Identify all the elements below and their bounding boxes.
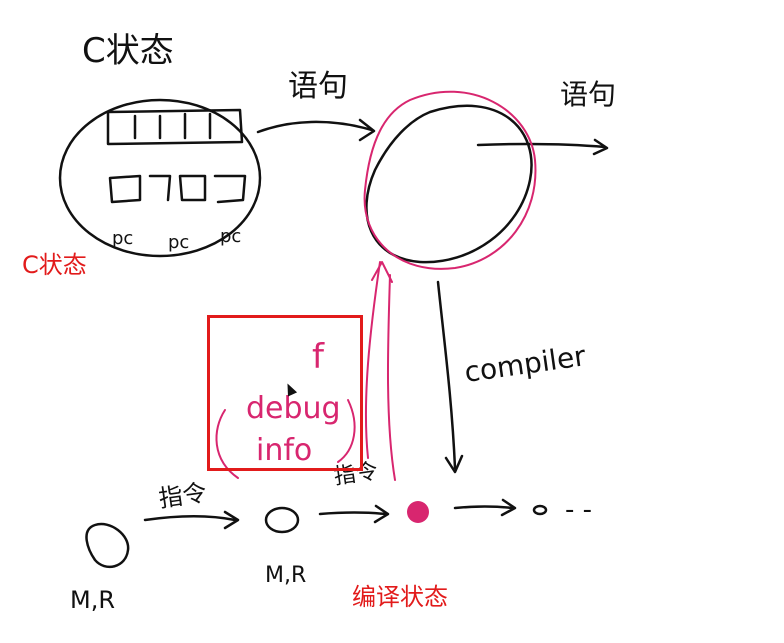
compiler-arrow (436, 280, 457, 470)
debug-info-highlight-box (207, 315, 363, 471)
whiteboard-canvas: C状态 语句 语句 pc pc pc compiler 指令 指令 M,R M,… (0, 0, 784, 638)
right-arrow (476, 142, 607, 149)
c-state-title-handwritten: C状态 (82, 31, 174, 71)
step-arrow-right (318, 511, 387, 516)
memory-scribble (108, 174, 247, 204)
pc-label-1: pc (112, 228, 133, 249)
arrow-label-top: 语句 (288, 69, 348, 104)
hand-drawn-diagram: C状态 语句 语句 pc pc pc compiler 指令 指令 M,R M,… (58, 31, 616, 614)
mr-label-middle: M,R (265, 563, 306, 588)
step-label-left: 指令 (157, 479, 208, 513)
compile-state-annotation: 编译状态 (352, 583, 448, 611)
pink-up-stroke-left (364, 261, 381, 459)
pink-up-stroke-right (386, 274, 396, 481)
statement-arrow-head (358, 118, 376, 142)
stack-cells (133, 112, 212, 140)
pc-label-3: pc (220, 226, 241, 247)
runtime-circle (365, 104, 533, 264)
mr-label-left: M,R (70, 586, 115, 614)
state-node-middle (264, 506, 300, 534)
statement-arrow (256, 120, 374, 134)
next-state (532, 504, 548, 516)
ellipsis-label: - - (565, 495, 592, 525)
c-state-annotation: C状态 (22, 251, 87, 279)
current-state-dot (407, 501, 429, 523)
stack-frame (106, 108, 244, 146)
arrow-label-right: 语句 (560, 78, 616, 111)
step-arrow-left (143, 515, 237, 522)
state-node-left (85, 522, 130, 569)
pc-label-2: pc (168, 232, 189, 253)
compiler-label: compiler (462, 339, 588, 389)
next-arrow (453, 505, 514, 510)
